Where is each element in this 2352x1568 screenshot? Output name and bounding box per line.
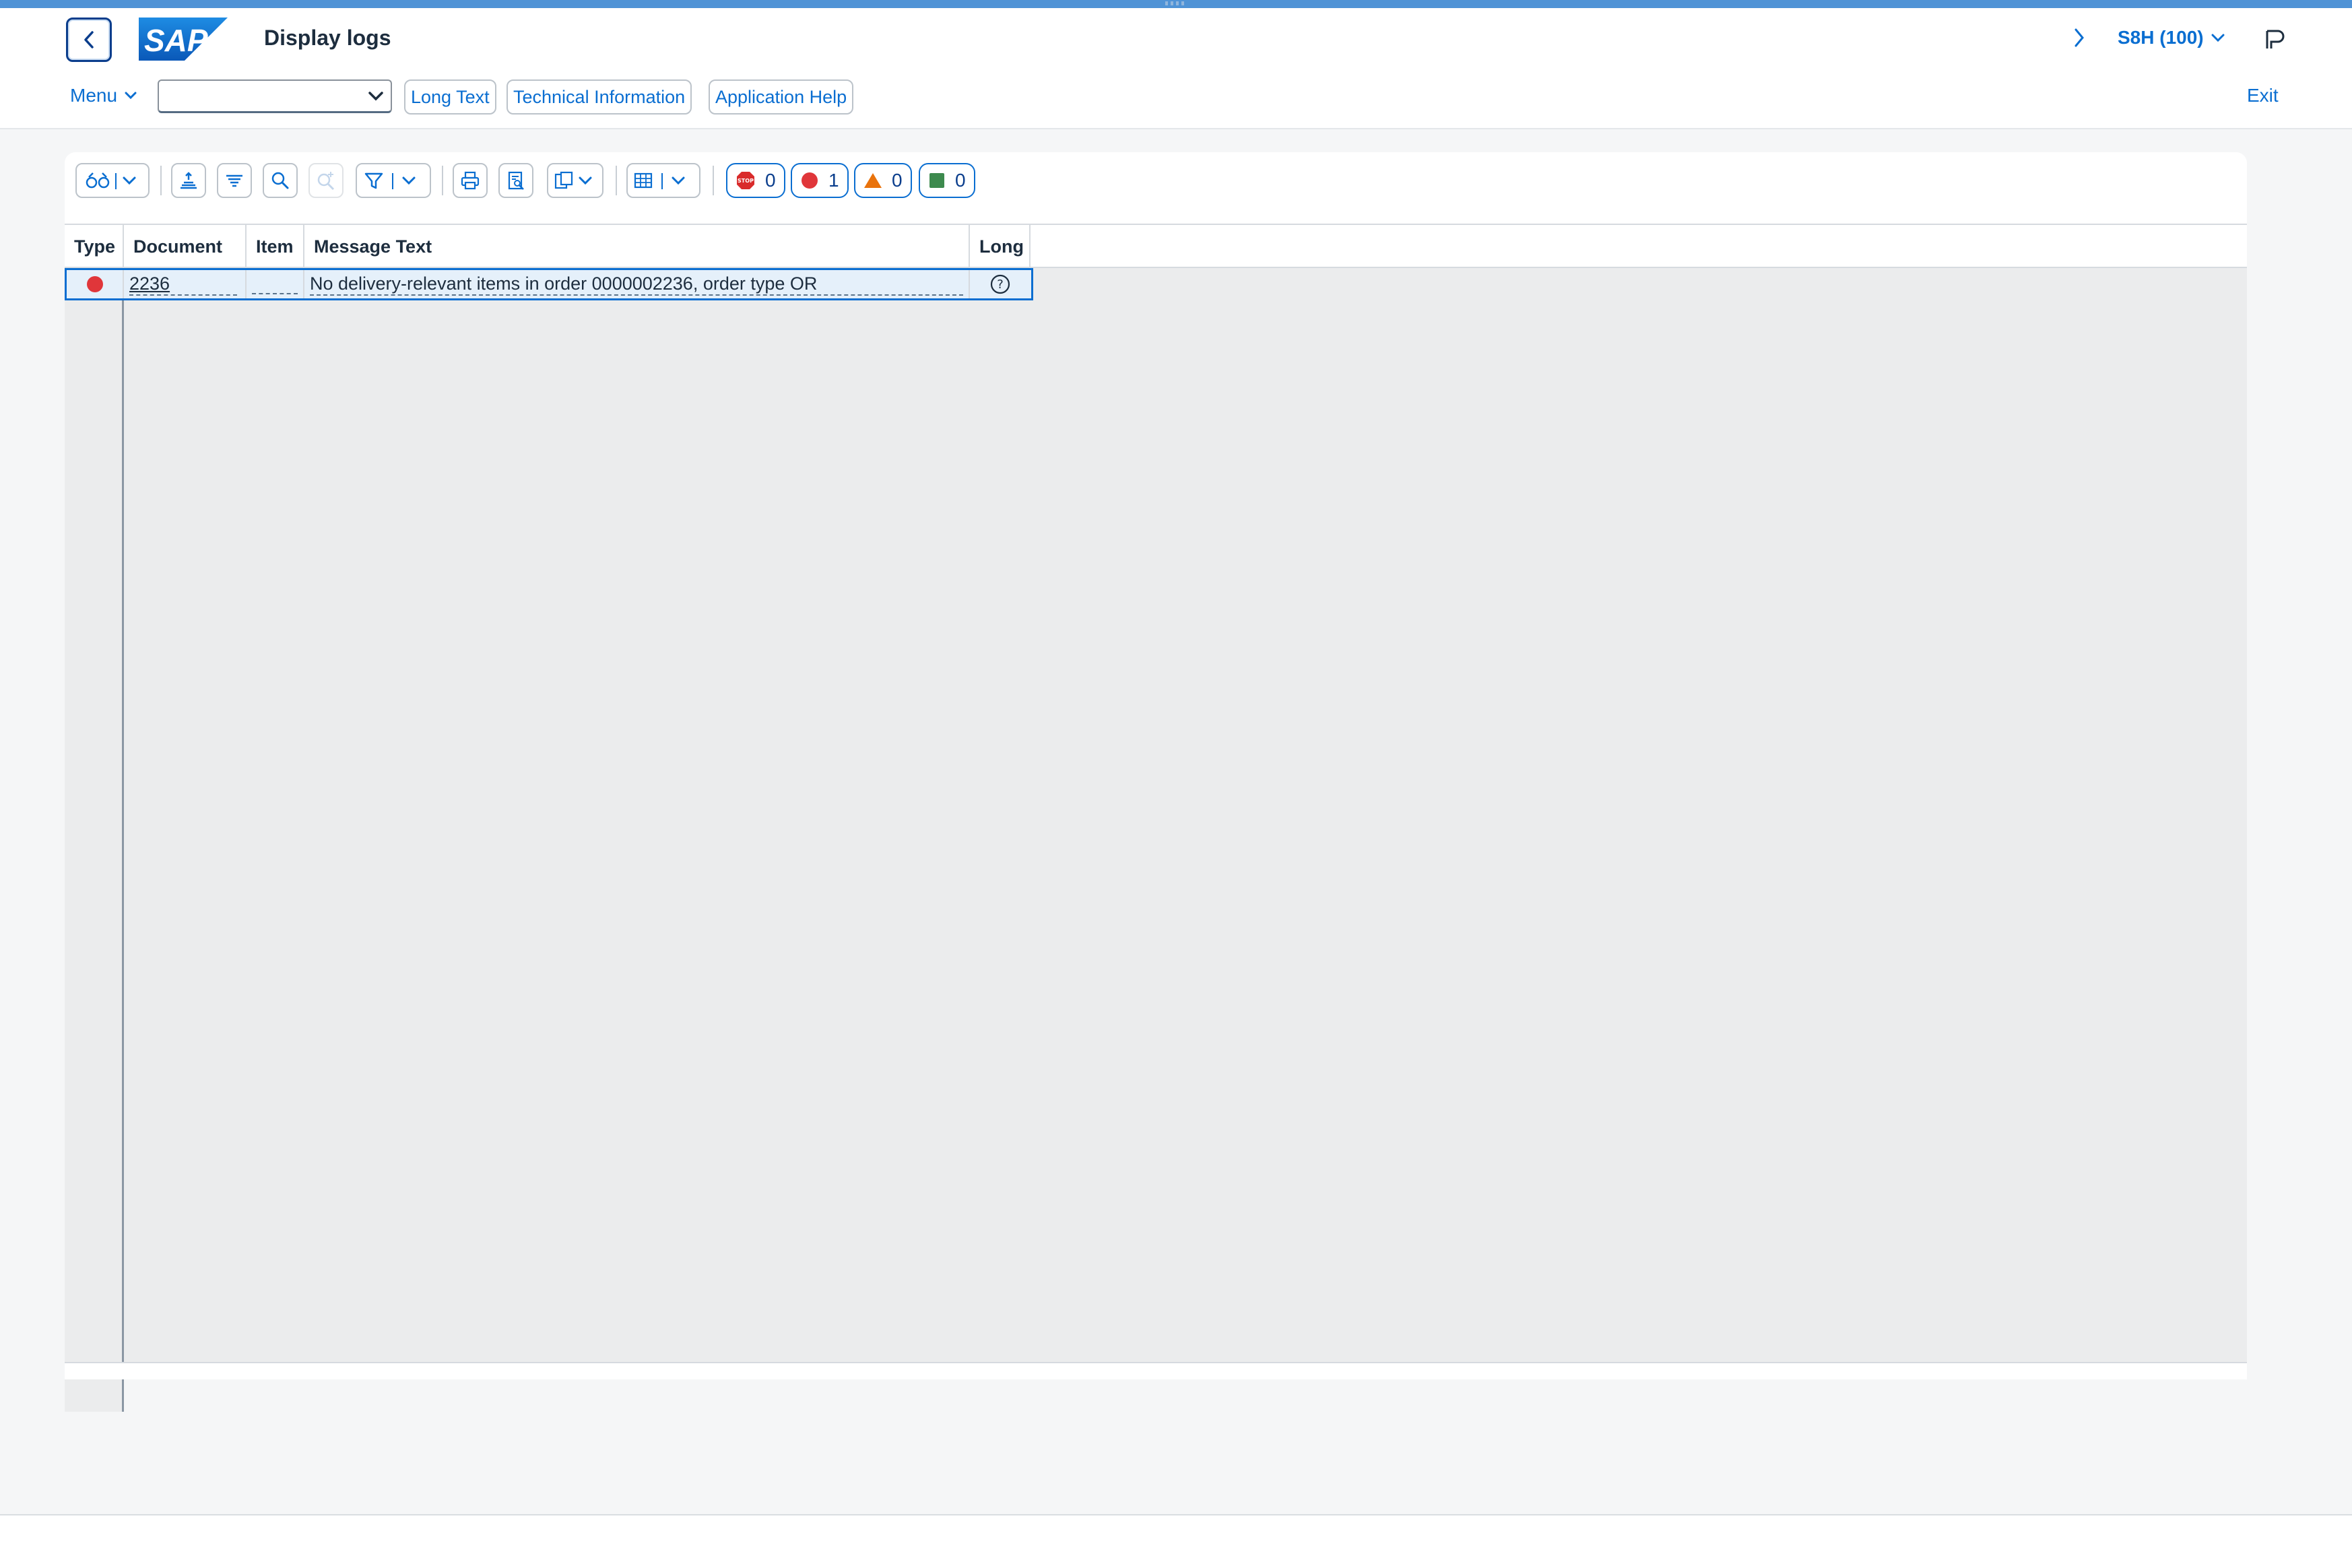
help-icon[interactable]: ? xyxy=(989,273,1011,295)
application-toolbar: Menu Long Text Technical Information App… xyxy=(0,65,2352,129)
message-text: No delivery-relevant items in order 0000… xyxy=(310,273,963,296)
chevron-left-icon xyxy=(84,31,94,48)
help-menu-icon[interactable] xyxy=(2263,28,2286,51)
application-help-button[interactable]: Application Help xyxy=(709,79,854,115)
exit-button[interactable]: Exit xyxy=(2247,85,2279,106)
sort-descending-button[interactable] xyxy=(217,163,252,198)
table-footer xyxy=(65,1362,2247,1379)
sort-ascending-button[interactable] xyxy=(171,163,206,198)
error-count-button[interactable]: 1 xyxy=(791,163,849,198)
chevron-down-icon[interactable] xyxy=(368,90,384,102)
item-value xyxy=(252,274,298,294)
toolbar-separator xyxy=(442,166,443,195)
find-next-icon xyxy=(317,172,335,191)
svg-text:SAP: SAP xyxy=(144,23,208,58)
table-row[interactable]: 2236 No delivery-relevant items in order… xyxy=(65,268,1033,300)
long-text-button[interactable]: Long Text xyxy=(404,79,496,115)
cell-long-text[interactable]: ? xyxy=(970,270,1031,298)
print-preview-icon xyxy=(508,171,524,190)
svg-text:STOP: STOP xyxy=(738,178,754,184)
chevron-down-icon xyxy=(125,92,137,100)
row-selector-column xyxy=(65,300,124,1412)
document-link[interactable]: 2236 xyxy=(129,273,237,296)
error-count: 1 xyxy=(828,170,839,191)
command-field[interactable] xyxy=(158,79,392,113)
system-selector[interactable]: S8H (100) xyxy=(2118,27,2204,48)
column-header-document[interactable]: Document xyxy=(124,225,247,268)
column-header-type[interactable]: Type xyxy=(65,225,124,268)
stop-count-button[interactable]: STOP 0 xyxy=(726,163,785,198)
cell-message-text[interactable]: No delivery-relevant items in order 0000… xyxy=(304,270,970,298)
success-count-button[interactable]: 0 xyxy=(919,163,975,198)
sap-logo: SAP xyxy=(139,18,228,61)
resize-grip[interactable] xyxy=(1165,1,1187,5)
alv-panel: STOP 0 1 0 0 Type Document Item Message … xyxy=(65,152,2247,1412)
cell-document[interactable]: 2236 xyxy=(124,270,247,298)
error-circle-icon xyxy=(86,276,103,292)
cell-item[interactable] xyxy=(247,270,304,298)
details-icon xyxy=(86,172,136,189)
export-button[interactable] xyxy=(547,163,603,198)
sort-ascending-icon xyxy=(181,172,197,189)
chevron-right-icon[interactable] xyxy=(2069,24,2089,51)
find-icon xyxy=(271,172,289,189)
error-circle-icon xyxy=(802,172,818,189)
warning-triangle-icon xyxy=(864,173,882,188)
menu-button[interactable]: Menu xyxy=(70,85,137,106)
chevron-down-icon[interactable] xyxy=(2211,32,2225,43)
find-next-button[interactable] xyxy=(308,163,344,198)
toolbar-separator xyxy=(616,166,617,195)
toolbar-separator xyxy=(713,166,714,195)
stop-count: 0 xyxy=(765,170,776,191)
content-area: STOP 0 1 0 0 Type Document Item Message … xyxy=(0,129,2352,1514)
success-count: 0 xyxy=(955,170,966,191)
filter-icon xyxy=(364,172,416,189)
column-header-message-text[interactable]: Message Text xyxy=(304,225,970,268)
technical-information-button[interactable]: Technical Information xyxy=(507,79,692,115)
menu-label: Menu xyxy=(70,85,118,106)
status-bar-divider xyxy=(0,1514,2352,1515)
export-icon xyxy=(554,171,592,189)
message-table: Type Document Item Message Text Long 223… xyxy=(65,224,2247,1412)
print-button[interactable] xyxy=(453,163,488,198)
back-button[interactable] xyxy=(66,18,112,62)
print-icon xyxy=(461,171,480,190)
find-button[interactable] xyxy=(263,163,298,198)
page-title: Display logs xyxy=(264,26,391,50)
warning-count: 0 xyxy=(892,170,903,191)
details-button[interactable] xyxy=(75,163,150,198)
table-header: Type Document Item Message Text Long xyxy=(65,224,2247,268)
filter-button[interactable] xyxy=(356,163,431,198)
sap-gui-window: SAP Display logs S8H (100) Menu Long Tex… xyxy=(0,0,2352,1568)
layout-button[interactable] xyxy=(626,163,700,198)
print-preview-button[interactable] xyxy=(498,163,533,198)
column-header-long[interactable]: Long xyxy=(970,225,1031,268)
svg-text:?: ? xyxy=(997,277,1004,292)
warning-count-button[interactable]: 0 xyxy=(854,163,912,198)
stop-icon: STOP xyxy=(737,172,754,189)
layout-grid-icon xyxy=(634,172,685,189)
shell-header: SAP Display logs S8H (100) xyxy=(0,8,2352,65)
cell-type xyxy=(67,270,124,298)
success-square-icon xyxy=(929,173,944,188)
sort-descending-icon xyxy=(226,174,242,187)
toolbar-separator xyxy=(160,166,162,195)
column-header-item[interactable]: Item xyxy=(247,225,304,268)
